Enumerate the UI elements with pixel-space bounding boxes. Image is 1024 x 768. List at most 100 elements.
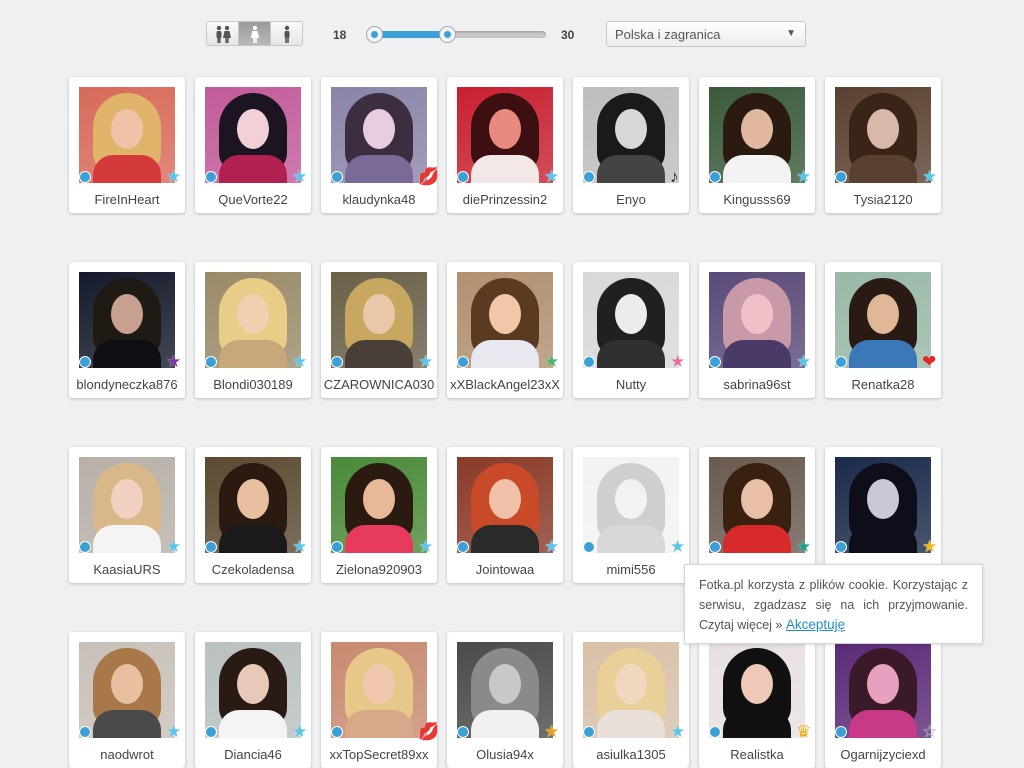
profile-username[interactable]: mimi556 xyxy=(573,562,689,577)
online-status-icon xyxy=(331,726,343,738)
photo-body xyxy=(219,155,287,183)
profile-username[interactable]: blondyneczka876 xyxy=(69,377,185,392)
star-icon: ★ xyxy=(292,167,308,186)
profile-photo[interactable] xyxy=(835,457,931,553)
profile-username[interactable]: CZAROWNICA030 xyxy=(321,377,437,392)
profile-card[interactable]: ♪ Enyo xyxy=(573,77,689,213)
profile-photo[interactable] xyxy=(79,87,175,183)
profile-photo[interactable] xyxy=(331,272,427,368)
profile-card[interactable]: ★ xyxy=(699,447,815,583)
profile-card[interactable]: ★ QueVorte22 xyxy=(195,77,311,213)
profile-photo[interactable] xyxy=(205,87,301,183)
profile-card[interactable]: ★ Olusia94x xyxy=(447,632,563,768)
profile-photo[interactable] xyxy=(835,642,931,738)
gender-male-button[interactable] xyxy=(271,22,302,45)
profile-username[interactable]: Enyo xyxy=(573,192,689,207)
profile-username[interactable]: Tysia2120 xyxy=(825,192,941,207)
gender-couple-button[interactable] xyxy=(207,22,239,45)
profile-photo[interactable] xyxy=(205,457,301,553)
profile-photo[interactable] xyxy=(79,272,175,368)
profile-username[interactable]: Renatka28 xyxy=(825,377,941,392)
profile-photo[interactable] xyxy=(709,457,805,553)
profile-photo[interactable] xyxy=(205,642,301,738)
profile-photo[interactable] xyxy=(709,642,805,738)
profile-photo[interactable] xyxy=(583,642,679,738)
profile-username[interactable]: Realistka xyxy=(699,747,815,762)
profile-photo[interactable] xyxy=(457,457,553,553)
profile-card[interactable]: ★ Tysia2120 xyxy=(825,77,941,213)
profile-username[interactable]: KaasiaURS xyxy=(69,562,185,577)
profile-card[interactable]: ★ blondyneczka876 xyxy=(69,262,185,398)
profile-username[interactable]: klaudynka48 xyxy=(321,192,437,207)
profile-photo[interactable] xyxy=(709,272,805,368)
profile-photo[interactable] xyxy=(457,642,553,738)
profile-card[interactable]: ❤ Renatka28 xyxy=(825,262,941,398)
photo-body xyxy=(849,155,917,183)
star-icon: ★ xyxy=(544,167,560,186)
gender-female-button[interactable] xyxy=(239,22,271,45)
profile-card[interactable]: ★ Czekoladensa xyxy=(195,447,311,583)
profile-photo[interactable] xyxy=(331,642,427,738)
profile-card[interactable]: ★ CZAROWNICA030 xyxy=(321,262,437,398)
profile-card[interactable]: ★ FireInHeart xyxy=(69,77,185,213)
profile-card[interactable]: ★ KaasiaURS xyxy=(69,447,185,583)
profile-username[interactable]: Czekoladensa xyxy=(195,562,311,577)
photo-body xyxy=(723,710,791,738)
profile-card[interactable]: ★ Zielona920903 xyxy=(321,447,437,583)
profile-photo[interactable] xyxy=(835,87,931,183)
profile-username[interactable]: diePrinzessin2 xyxy=(447,192,563,207)
profile-username[interactable]: naodwrot xyxy=(69,747,185,762)
profile-username[interactable]: FireInHeart xyxy=(69,192,185,207)
profile-card[interactable]: ♛ Realistka xyxy=(699,632,815,768)
profile-username[interactable]: Ogarnijzyciexd xyxy=(825,747,941,762)
profile-card[interactable]: ★ sabrina96st xyxy=(699,262,815,398)
profile-username[interactable]: xXBlackAngel23xX xyxy=(447,377,563,392)
profile-card[interactable]: ★ diePrinzessin2 xyxy=(447,77,563,213)
profile-photo[interactable] xyxy=(709,87,805,183)
profile-photo[interactable] xyxy=(205,272,301,368)
region-select[interactable]: Polska i zagranica ▼ xyxy=(606,21,806,47)
profile-photo[interactable] xyxy=(835,272,931,368)
profile-photo[interactable] xyxy=(583,87,679,183)
profile-card[interactable]: 💋 klaudynka48 xyxy=(321,77,439,213)
star-icon: ★ xyxy=(796,352,812,371)
profile-username[interactable]: xxTopSecret89xx xyxy=(321,747,437,762)
online-status-icon xyxy=(583,726,595,738)
profile-photo[interactable] xyxy=(331,87,427,183)
profile-card[interactable]: ★ Diancia46 xyxy=(195,632,311,768)
profile-username[interactable]: Jointowaa xyxy=(447,562,563,577)
profile-photo[interactable] xyxy=(79,457,175,553)
profile-card[interactable]: 💋 xxTopSecret89xx xyxy=(321,632,439,768)
photo-face xyxy=(741,109,773,149)
profile-photo[interactable] xyxy=(79,642,175,738)
profile-photo[interactable] xyxy=(457,272,553,368)
profile-card[interactable]: ★ naodwrot xyxy=(69,632,185,768)
profile-photo[interactable] xyxy=(457,87,553,183)
profile-card[interactable]: ★ Nutty xyxy=(573,262,689,398)
region-select-value: Polska i zagranica xyxy=(615,27,721,42)
profile-card[interactable]: ★ asiulka1305 xyxy=(573,632,689,768)
profile-card[interactable]: ★ mimi556 xyxy=(573,447,689,583)
profile-photo[interactable] xyxy=(583,457,679,553)
profile-photo[interactable] xyxy=(583,272,679,368)
profile-card[interactable]: ★ xyxy=(825,447,941,583)
profile-username[interactable]: asiulka1305 xyxy=(573,747,689,762)
cookie-accept-link[interactable]: Akceptuję xyxy=(786,617,845,632)
age-range-slider[interactable] xyxy=(366,26,546,43)
age-min-handle[interactable] xyxy=(366,26,383,43)
profile-username[interactable]: QueVorte22 xyxy=(195,192,311,207)
profile-username[interactable]: Zielona920903 xyxy=(321,562,437,577)
profile-username[interactable]: Nutty xyxy=(573,377,689,392)
profile-username[interactable]: Blondi030189 xyxy=(195,377,311,392)
profile-username[interactable]: Kingusss69 xyxy=(699,192,815,207)
profile-photo[interactable] xyxy=(331,457,427,553)
profile-card[interactable]: ☆ Ogarnijzyciexd xyxy=(825,632,941,768)
profile-username[interactable]: sabrina96st xyxy=(699,377,815,392)
profile-username[interactable]: Olusia94x xyxy=(447,747,563,762)
profile-card[interactable]: ★ xXBlackAngel23xX xyxy=(447,262,563,398)
profile-card[interactable]: ★ Jointowaa xyxy=(447,447,563,583)
age-max-handle[interactable] xyxy=(439,26,457,43)
profile-card[interactable]: ★ Blondi030189 xyxy=(195,262,311,398)
profile-username[interactable]: Diancia46 xyxy=(195,747,311,762)
profile-card[interactable]: ★ Kingusss69 xyxy=(699,77,815,213)
